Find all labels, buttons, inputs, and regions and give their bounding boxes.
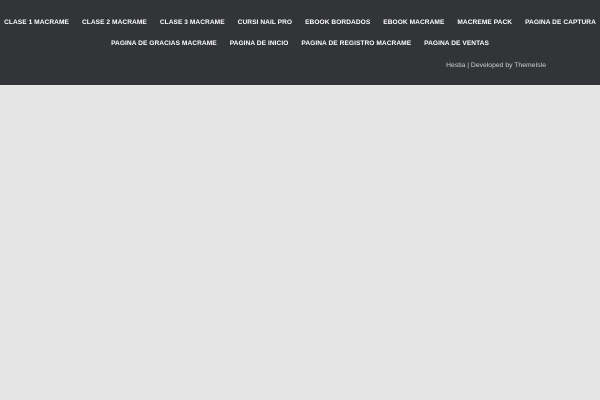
menu-item-ebook-macrame[interactable]: EBOOK MACRAME (377, 17, 451, 29)
menu-item-pagina-de-gracias-macrame[interactable]: PAGINA DE GRACIAS MACRAME (105, 38, 224, 50)
menu-item-macreme-pack[interactable]: MACREME PACK (451, 17, 519, 29)
menu-item-pagina-de-registro-macrame[interactable]: PAGINA DE REGISTRO MACRAME (295, 38, 418, 50)
menu-item-ebook-bordados[interactable]: EBOOK BORDADOS (299, 17, 377, 29)
menu-item-clase-1-macrame[interactable]: CLASE 1 MACRAME (0, 17, 75, 29)
menu-item-cursi-nail-pro[interactable]: CURSI NAIL PRO (231, 17, 298, 29)
menu-item-clase-3-macrame[interactable]: CLASE 3 MACRAME (153, 17, 231, 29)
copyright-text: Hestia | Developed by ThemeIsle (446, 62, 546, 69)
footer-menu-row-2: PAGINA DE GRACIAS MACRAME PAGINA DE INIC… (0, 38, 600, 50)
footer-menu-row-1: CLASE 1 MACRAME CLASE 2 MACRAME CLASE 3 … (0, 17, 600, 29)
page-content-area (0, 85, 600, 400)
menu-item-pagina-de-ventas[interactable]: PAGINA DE VENTAS (418, 38, 496, 50)
site-footer: CLASE 1 MACRAME CLASE 2 MACRAME CLASE 3 … (0, 0, 600, 85)
menu-item-clase-2-macrame[interactable]: CLASE 2 MACRAME (75, 17, 153, 29)
menu-item-pagina-de-captura[interactable]: PAGINA DE CAPTURA (519, 17, 600, 29)
menu-item-pagina-de-inicio[interactable]: PAGINA DE INICIO (223, 38, 295, 50)
